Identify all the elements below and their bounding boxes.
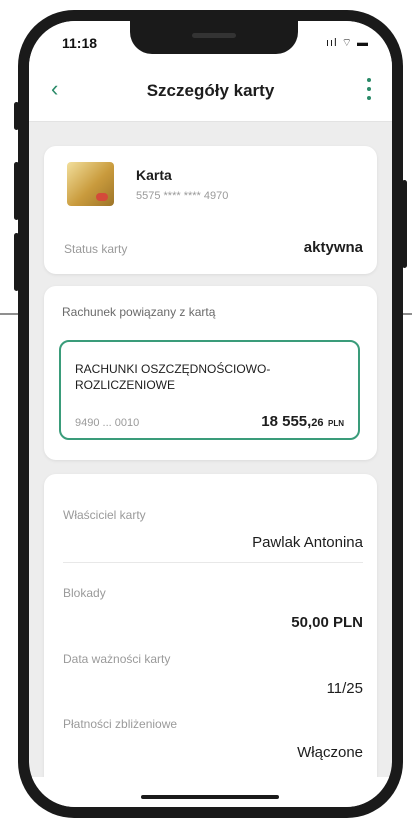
volume-up-button bbox=[14, 162, 19, 220]
owner-value: Pawlak Antonina bbox=[252, 534, 363, 551]
card-image bbox=[67, 162, 114, 206]
phone-screen: 11:18 ııl ⌔ ▬ ‹ Szczegóły karty Karta 55… bbox=[29, 21, 392, 807]
app-header: ‹ Szczegóły karty bbox=[29, 61, 392, 122]
linked-account-heading: Rachunek powiązany z kartą bbox=[62, 305, 216, 319]
status-icons: ııl ⌔ ▬ bbox=[325, 37, 369, 49]
account-number: 9490 ... 0010 bbox=[75, 417, 140, 429]
balance-currency: PLN bbox=[328, 419, 344, 428]
card-status-value: aktywna bbox=[303, 239, 363, 256]
home-indicator[interactable] bbox=[141, 795, 279, 799]
background-line-right bbox=[402, 313, 412, 315]
more-dot bbox=[367, 78, 371, 82]
more-dot bbox=[367, 87, 371, 91]
more-dot bbox=[367, 96, 371, 100]
card-details-panel: Właściciel karty Pawlak Antonina Blokady… bbox=[44, 474, 377, 796]
card-brand-logo bbox=[96, 193, 108, 201]
card-name: Karta bbox=[136, 167, 172, 183]
power-button bbox=[402, 180, 407, 268]
balance-decimal: 26 bbox=[311, 417, 324, 429]
account-balance: 18 555,26 PLN bbox=[261, 413, 344, 431]
balance-integer: 18 555, bbox=[261, 413, 312, 430]
owner-label: Właściciel karty bbox=[63, 508, 146, 522]
contactless-value: Włączone bbox=[297, 744, 363, 761]
status-time: 11:18 bbox=[62, 35, 98, 51]
card-status-label: Status karty bbox=[64, 242, 128, 256]
camera-notch bbox=[130, 21, 298, 54]
more-options-icon[interactable] bbox=[366, 78, 372, 104]
linked-account-panel: Rachunek powiązany z kartą RACHUNKI OSZC… bbox=[44, 286, 377, 460]
volume-down-button bbox=[14, 233, 19, 291]
card-number: 5575 **** **** 4970 bbox=[136, 190, 229, 202]
blocks-value: 50,00 PLN bbox=[291, 614, 363, 631]
mute-switch bbox=[14, 102, 19, 130]
phone-frame: 11:18 ııl ⌔ ▬ ‹ Szczegóły karty Karta 55… bbox=[14, 10, 407, 818]
blocks-label: Blokady bbox=[63, 586, 106, 600]
page-title: Szczegóły karty bbox=[146, 81, 275, 100]
linked-account-tile[interactable]: RACHUNKI OSZCZĘDNOŚCIOWO-ROZLICZENIOWE 9… bbox=[59, 340, 360, 440]
expiry-label: Data ważności karty bbox=[63, 652, 171, 666]
contactless-label: Płatności zbliżeniowe bbox=[63, 717, 178, 731]
card-summary-panel: Karta 5575 **** **** 4970 Status karty a… bbox=[44, 146, 377, 274]
details-divider bbox=[63, 562, 363, 563]
bottom-bar bbox=[29, 777, 392, 807]
expiry-value: 11/25 bbox=[326, 680, 363, 697]
speaker-grille bbox=[192, 33, 236, 38]
account-name: RACHUNKI OSZCZĘDNOŚCIOWO-ROZLICZENIOWE bbox=[75, 362, 271, 392]
